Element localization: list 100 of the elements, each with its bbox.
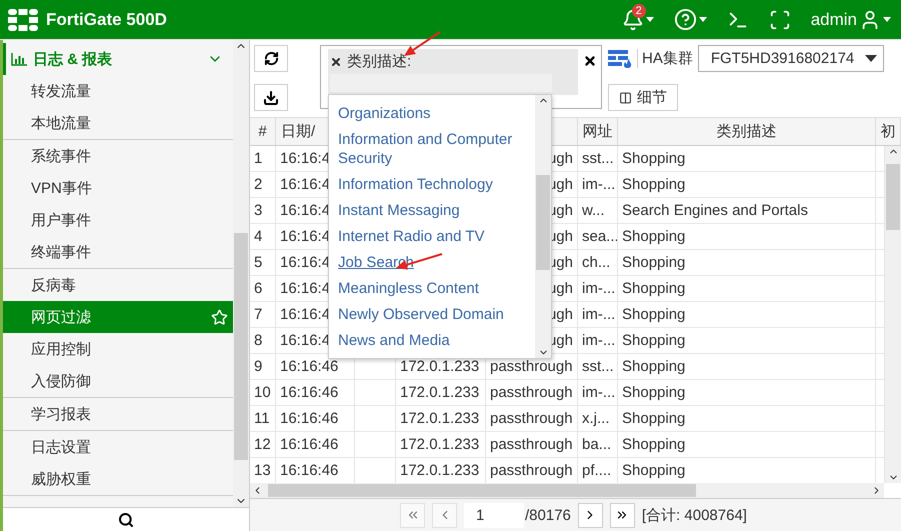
annotation-arrow — [404, 31, 441, 56]
previous-page-button[interactable] — [432, 502, 457, 528]
filter-label: 类别描述: — [347, 52, 412, 71]
column-header[interactable]: # — [258, 123, 267, 140]
table-cell: 172.0.1.233 — [396, 380, 486, 405]
table-cell: Shopping — [618, 354, 876, 379]
sidebar-item[interactable]: 网页过滤 — [3, 301, 233, 333]
sidebar-scrollbar[interactable] — [233, 40, 249, 507]
table-cell: im-... — [578, 172, 618, 197]
table-cell: 16:16:46 — [276, 432, 355, 457]
table-cell: passthrough — [486, 432, 578, 457]
caret-icon — [698, 17, 707, 22]
table-cell: 16:16:46 — [276, 406, 355, 431]
table-cell: 172.0.1.233 — [396, 432, 486, 457]
table-cell: Shopping — [618, 250, 876, 275]
table-cell: im-... — [578, 302, 618, 327]
logo-icon — [8, 8, 38, 30]
caret-icon — [864, 55, 877, 62]
dropdown-option[interactable]: Newly Observed Domain — [338, 301, 535, 327]
scrollbar-thumb[interactable] — [886, 164, 900, 230]
last-page-button[interactable] — [610, 502, 635, 528]
scrollbar-thumb[interactable] — [536, 175, 550, 270]
table-cell: Shopping — [618, 380, 876, 405]
caret-icon — [646, 17, 654, 22]
help-button[interactable] — [674, 8, 707, 31]
section-label: 日志 & 报表 — [33, 50, 114, 68]
scrollbar-thumb[interactable] — [234, 233, 248, 460]
sidebar-item[interactable]: 反病毒 — [3, 269, 233, 301]
table-cell: ba... — [578, 432, 618, 457]
table-cell: Shopping — [618, 432, 876, 457]
product-title: FortiGate 500D — [46, 10, 168, 30]
table-cell: 12 — [250, 432, 276, 457]
table-cell: 2 — [250, 172, 276, 197]
sidebar-item[interactable]: 应用控制 — [3, 333, 233, 365]
horizontal-scrollbar[interactable] — [250, 483, 884, 498]
page-input[interactable]: 1 — [464, 502, 524, 528]
notification-badge: 2 — [632, 4, 646, 18]
star-icon — [211, 308, 228, 326]
table-cell: passthrough — [486, 406, 578, 431]
dropdown-option[interactable]: Organizations — [338, 100, 535, 126]
column-header[interactable]: 日期/ — [281, 122, 316, 141]
column-header[interactable]: 初 — [880, 122, 896, 141]
search-icon — [118, 512, 134, 528]
caret-icon — [883, 17, 891, 22]
dropdown-option[interactable]: Information Technology — [338, 171, 535, 197]
close-icon — [583, 54, 597, 68]
table-cell: 5 — [250, 250, 276, 275]
table-cell: Shopping — [618, 276, 876, 301]
sidebar-item[interactable]: 系统事件 — [3, 140, 233, 172]
fullscreen-icon — [768, 8, 791, 30]
table-cell: 11 — [250, 406, 276, 431]
table-cell: Shopping — [618, 146, 876, 171]
help-icon — [674, 8, 697, 31]
column-header[interactable]: 类别描述 — [716, 122, 776, 141]
table-cell: Shopping — [618, 406, 876, 431]
sidebar-item[interactable]: 日志设置 — [3, 431, 233, 463]
firewall-icon — [608, 48, 632, 68]
close-button[interactable] — [583, 54, 597, 68]
sidebar-item[interactable]: 学习报表 — [3, 398, 233, 430]
table-cell: 3 — [250, 198, 276, 223]
table-cell: 16:16:46 — [276, 354, 355, 379]
refresh-button[interactable] — [254, 45, 288, 72]
details-button[interactable]: 细节 — [608, 84, 678, 111]
first-page-button[interactable] — [400, 502, 425, 528]
table-cell: sst... — [578, 354, 618, 379]
dropdown-scrollbar[interactable] — [535, 95, 551, 358]
table-cell: sea... — [578, 224, 618, 249]
scrollbar-thumb[interactable] — [268, 484, 696, 497]
sidebar-item[interactable]: 威胁权重 — [3, 463, 233, 495]
sidebar-item[interactable]: 用户事件 — [3, 204, 233, 236]
table-scrollbar[interactable] — [885, 146, 901, 483]
table-cell: im-... — [578, 380, 618, 405]
table-cell: Shopping — [618, 302, 876, 327]
table-cell: x.j... — [578, 406, 618, 431]
ha-cluster-label: HA集群 — [637, 49, 693, 68]
table-cell: Shopping — [618, 224, 876, 249]
table-cell: passthrough — [486, 380, 578, 405]
download-button[interactable] — [254, 84, 288, 111]
sidebar-item[interactable]: 转发流量 — [3, 75, 233, 107]
table-cell: im-... — [578, 276, 618, 301]
sidebar-item[interactable]: 入侵防御 — [3, 365, 233, 397]
table-cell: ch... — [578, 250, 618, 275]
refresh-icon — [264, 51, 278, 66]
fullscreen-button[interactable] — [768, 8, 791, 30]
table-cell: w... — [578, 198, 618, 223]
table-cell: 16:16:46 — [276, 380, 355, 405]
sidebar-item[interactable]: 本地流量 — [3, 107, 233, 139]
next-page-button[interactable] — [578, 502, 603, 528]
table-cell: im-... — [578, 328, 618, 353]
download-icon — [263, 90, 279, 106]
remove-filter-icon[interactable] — [330, 56, 342, 68]
sidebar-item[interactable]: 终端事件 — [3, 236, 233, 268]
ha-cluster-select[interactable]: FGT5HD3916802174 — [698, 45, 884, 72]
user-menu-button[interactable]: admin — [810, 8, 891, 30]
sidebar-item[interactable]: VPN事件 — [3, 172, 233, 204]
table-cell: 10 — [250, 380, 276, 405]
column-header[interactable]: 网址 — [582, 122, 612, 141]
bar-chart-icon — [11, 52, 27, 66]
table-cell: Shopping — [618, 172, 876, 197]
table-cell: 9 — [250, 354, 276, 379]
